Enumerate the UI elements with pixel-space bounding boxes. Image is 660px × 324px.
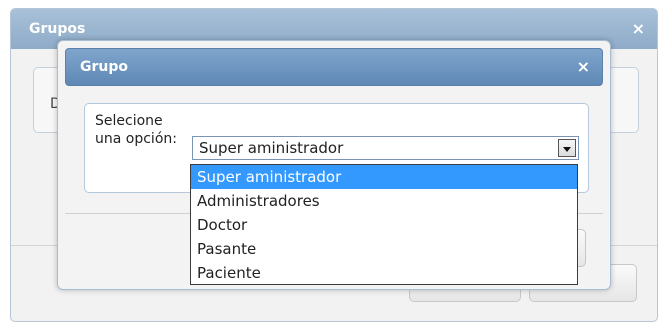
select-option-doctor[interactable]: Doctor bbox=[191, 213, 577, 237]
dialog-titlebar[interactable]: Grupo × bbox=[65, 48, 603, 86]
group-select[interactable]: Super aministrador bbox=[192, 136, 579, 160]
select-option-label: Selecione una opción: bbox=[95, 113, 177, 147]
background-close-icon[interactable]: × bbox=[632, 19, 645, 38]
select-option-pasante[interactable]: Pasante bbox=[191, 237, 577, 261]
select-option-paciente[interactable]: Paciente bbox=[191, 261, 577, 285]
select-option-administradores[interactable]: Administradores bbox=[191, 189, 577, 213]
dialog-title: Grupo bbox=[80, 59, 129, 75]
background-dialog-title: Grupos bbox=[29, 21, 86, 37]
select-option-super-aministrador[interactable]: Super aministrador bbox=[191, 165, 577, 189]
group-select-value: Super aministrador bbox=[199, 139, 344, 157]
chevron-down-icon[interactable] bbox=[558, 139, 576, 157]
group-select-dropdown: Super aministrador Administradores Docto… bbox=[190, 164, 578, 285]
close-icon[interactable]: × bbox=[577, 57, 590, 76]
